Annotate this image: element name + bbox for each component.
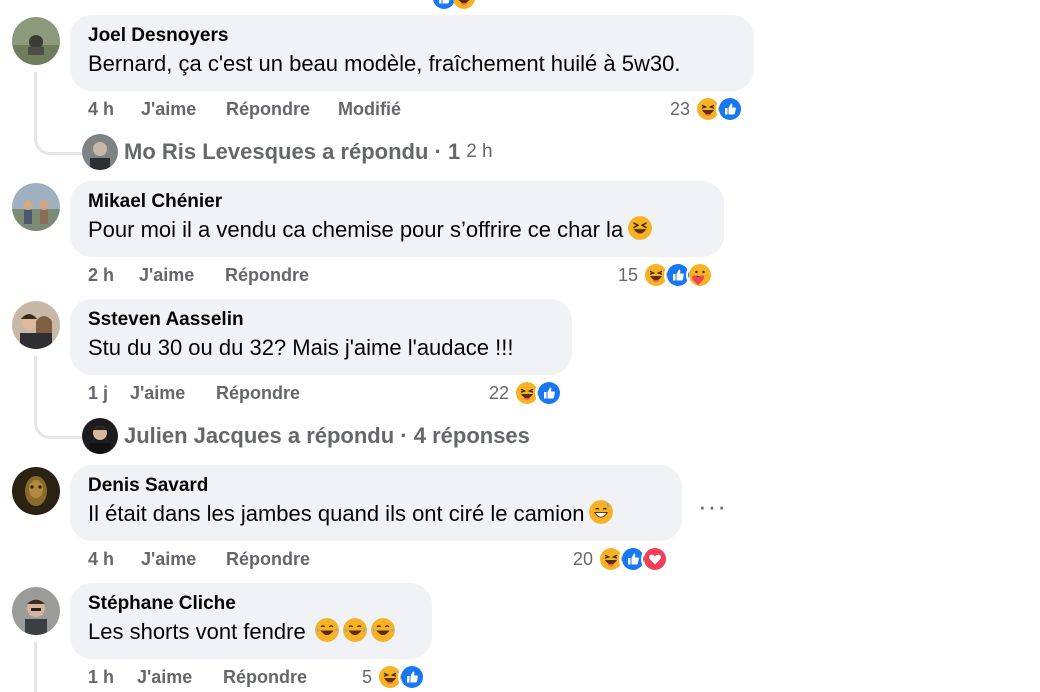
- comment-text: Stu du 30 ou du 32? Mais j'aime l'audace…: [88, 335, 514, 360]
- replies-summary[interactable]: Mo Ris Levesques a répondu · 1 2 h: [82, 134, 493, 170]
- edited-label: Modifié: [338, 99, 401, 119]
- reaction-summary[interactable]: 20: [573, 545, 670, 573]
- reply-button[interactable]: Répondre: [226, 99, 338, 120]
- comment-actions: 4 h J'aime Répondre Modifié: [88, 99, 401, 120]
- comment-actions: 1 j J'aime Répondre: [88, 383, 300, 404]
- like-button[interactable]: J'aime: [141, 549, 226, 570]
- care-reaction-icon: [686, 261, 715, 289]
- like-reaction-icon: [716, 95, 745, 123]
- comment-bubble: Joel Desnoyers Bernard, ça c'est un beau…: [70, 15, 754, 91]
- comment-bubble: Stéphane Cliche Les shorts vont fendre: [70, 583, 432, 659]
- reaction-summary[interactable]: 22: [489, 379, 564, 407]
- grinning-sweat-emoji-icon: [588, 499, 615, 525]
- reaction-count: 5: [362, 666, 373, 687]
- like-reaction-icon: [535, 379, 564, 407]
- thread-connector: [34, 72, 83, 155]
- comment-author[interactable]: Denis Savard: [88, 473, 664, 499]
- comment-bubble: Mikael Chénier Pour moi il a vendu ca ch…: [70, 181, 724, 257]
- reaction-count: 23: [670, 98, 691, 119]
- reply-avatar: [82, 134, 118, 170]
- reply-summary-time: 2 h: [466, 141, 493, 162]
- like-reaction-icon: [398, 663, 427, 691]
- love-reaction-icon: [641, 545, 670, 573]
- like-button[interactable]: J'aime: [139, 265, 225, 286]
- laughing-emoji-icon: [627, 215, 653, 241]
- comment-time[interactable]: 1 h: [88, 667, 137, 688]
- avatar[interactable]: [12, 467, 60, 515]
- comment-time[interactable]: 4 h: [88, 549, 141, 570]
- reaction-summary[interactable]: 5: [362, 663, 427, 691]
- top-reaction-partial: [432, 0, 482, 10]
- reply-summary-text: Julien Jacques a répondu · 4 réponses: [124, 423, 530, 448]
- reaction-count: 15: [618, 264, 639, 285]
- comment-actions: 4 h J'aime Répondre: [88, 549, 310, 570]
- reaction-count: 20: [573, 548, 594, 569]
- laughing-emoji-icon: [370, 617, 396, 643]
- comment-actions: 1 h J'aime Répondre: [88, 667, 307, 688]
- comment-actions: 2 h J'aime Répondre: [88, 265, 309, 286]
- comment-text: Il était dans les jambes quand ils ont c…: [88, 501, 585, 526]
- reply-summary-text: Mo Ris Levesques a répondu · 1: [124, 139, 461, 164]
- reaction-summary[interactable]: 15: [618, 261, 715, 289]
- comment-text-row: Les shorts vont fendre: [88, 617, 414, 647]
- reply-button[interactable]: Répondre: [226, 549, 310, 570]
- comment-author[interactable]: Ssteven Aasselin: [88, 307, 554, 333]
- comment-text-row: Il était dans les jambes quand ils ont c…: [88, 499, 664, 529]
- reply-button[interactable]: Répondre: [225, 265, 309, 286]
- comment-text: Bernard, ça c'est un beau modèle, fraîch…: [88, 51, 681, 76]
- comment-author[interactable]: Stéphane Cliche: [88, 591, 414, 617]
- reaction-count: 22: [489, 382, 510, 403]
- comment-bubble: Denis Savard Il était dans les jambes qu…: [70, 465, 682, 541]
- thread-connector: [34, 642, 37, 692]
- more-options-button[interactable]: ···: [698, 491, 727, 522]
- comment-text-row: Pour moi il a vendu ca chemise pour s’of…: [88, 215, 706, 245]
- reply-button[interactable]: Répondre: [216, 383, 300, 404]
- comment-time[interactable]: 1 j: [88, 383, 130, 404]
- comment-author[interactable]: Mikael Chénier: [88, 189, 706, 215]
- avatar[interactable]: [12, 183, 60, 231]
- comment-time[interactable]: 4 h: [88, 99, 141, 120]
- like-button[interactable]: J'aime: [137, 667, 223, 688]
- reaction-summary[interactable]: 23: [670, 95, 745, 123]
- laughing-emoji-icon: [342, 617, 368, 643]
- comment-author[interactable]: Joel Desnoyers: [88, 23, 736, 49]
- comment-text: Pour moi il a vendu ca chemise pour s’of…: [88, 217, 624, 242]
- reply-button[interactable]: Répondre: [223, 667, 307, 688]
- comment-time[interactable]: 2 h: [88, 265, 139, 286]
- avatar[interactable]: [12, 301, 60, 349]
- like-button[interactable]: J'aime: [130, 383, 216, 404]
- laughing-emoji-icon: [314, 617, 340, 643]
- comment-text: Les shorts vont fendre: [88, 619, 306, 644]
- thread-connector: [34, 356, 83, 439]
- like-button[interactable]: J'aime: [141, 99, 226, 120]
- replies-summary[interactable]: Julien Jacques a répondu · 4 réponses: [82, 418, 530, 454]
- avatar[interactable]: [12, 17, 60, 65]
- avatar[interactable]: [12, 587, 60, 635]
- comment-bubble: Ssteven Aasselin Stu du 30 ou du 32? Mai…: [70, 299, 572, 375]
- reply-avatar: [82, 418, 118, 454]
